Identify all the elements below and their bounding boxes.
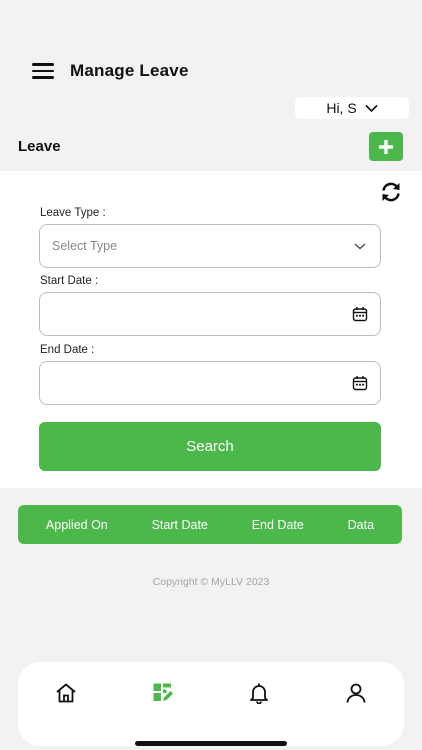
copyright-text: Copyright © MyLLV 2023 [152,576,270,588]
column-header-end-date: End Date [251,517,304,532]
home-icon [56,683,76,703]
nav-item-home[interactable] [46,682,86,710]
nav-item-notifications[interactable] [239,682,279,710]
chevron-down-icon [354,243,366,250]
section-title: Leave [18,138,61,155]
bell-icon [250,683,269,704]
user-icon [346,683,366,703]
chevron-down-icon [365,104,378,112]
plus-icon [379,139,393,154]
page-title: Manage Leave [70,61,189,80]
add-leave-button[interactable] [369,132,403,161]
refresh-icon[interactable] [380,182,402,202]
nav-item-profile[interactable] [336,682,376,710]
home-indicator [135,741,287,746]
search-button[interactable]: Search [39,422,381,471]
leave-edit-icon [153,683,173,701]
calendar-icon[interactable] [352,306,368,322]
start-date-field[interactable] [39,292,381,336]
column-header-applied-on: Applied On [45,517,108,532]
leave-type-label: Leave Type : [40,207,106,219]
user-menu-dropdown[interactable]: Hi, S [295,97,409,119]
column-header-start-date: Start Date [151,517,208,532]
start-date-label: Start Date : [40,275,99,287]
leave-type-placeholder: Select Type [52,239,118,253]
leave-type-select[interactable]: Select Type [39,224,381,268]
user-greeting: Hi, S [326,100,357,116]
end-date-label: End Date : [40,344,95,356]
leave-table-header: Applied On Start Date End Date Data [18,505,402,544]
nav-item-leave[interactable] [143,682,183,710]
bottom-navigation [18,662,404,746]
app-header: Manage Leave [32,56,402,86]
hamburger-menu-icon[interactable] [32,63,54,79]
calendar-icon[interactable] [352,375,368,391]
filter-card: Leave Type : Select Type Start Date : En… [0,171,422,488]
end-date-field[interactable] [39,361,381,405]
column-header-data: Data [347,517,375,532]
